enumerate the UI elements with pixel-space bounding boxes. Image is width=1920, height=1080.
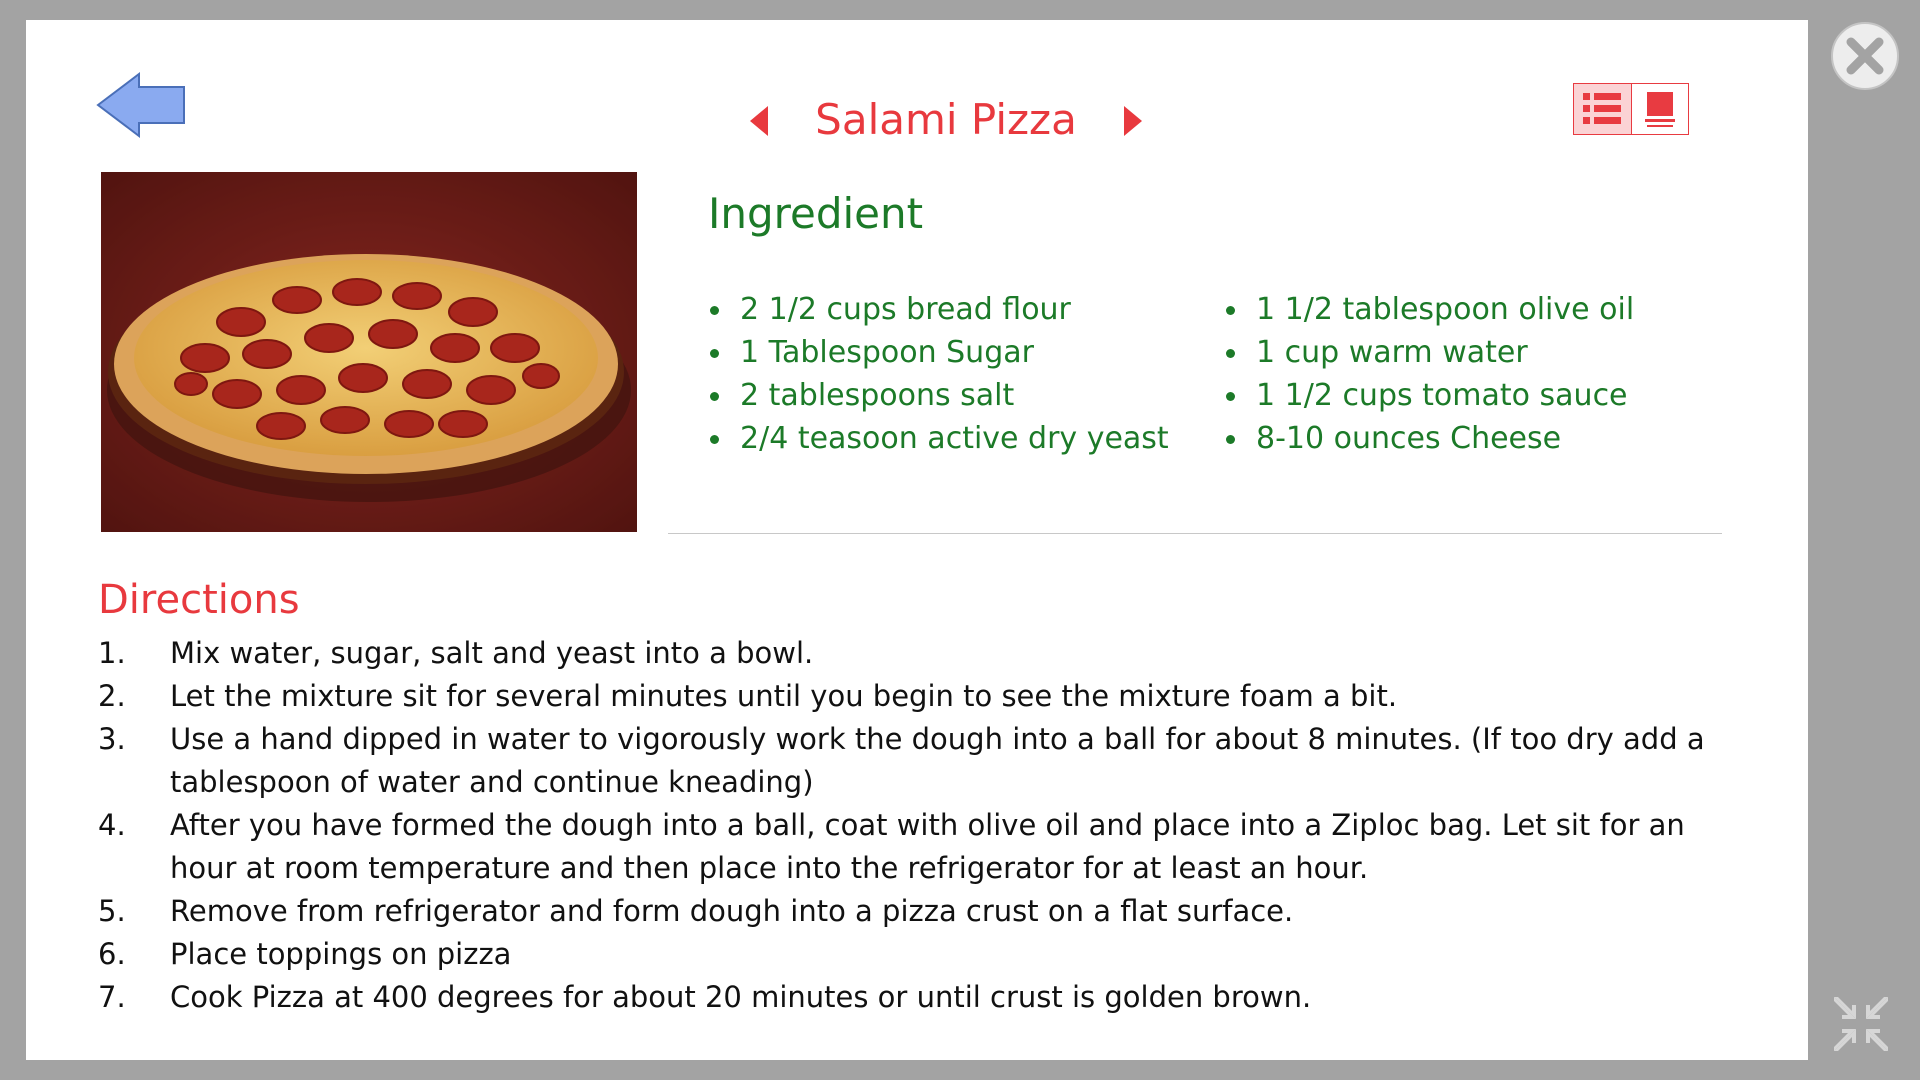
step-number: 6. (98, 937, 126, 971)
ingredient-item: 1 Tablespoon Sugar (706, 331, 1169, 374)
directions-heading: Directions (98, 577, 300, 623)
ingredient-item: 1 cup warm water (1222, 331, 1634, 374)
left-arrow-icon (96, 71, 185, 139)
direction-step: 3. Use a hand dipped in water to vigorou… (98, 718, 1738, 804)
step-number: 1. (98, 636, 126, 670)
back-button[interactable] (96, 71, 188, 139)
recipe-title-bar: Salami Pizza (726, 82, 1166, 162)
step-text: Mix water, sugar, salt and yeast into a … (170, 636, 814, 670)
step-number: 3. (98, 722, 126, 756)
ingredient-item: 2/4 teasoon active dry yeast (706, 417, 1169, 460)
step-number: 7. (98, 980, 126, 1014)
page-view-button[interactable] (1630, 84, 1689, 134)
ingredient-item: 2 tablespoons salt (706, 374, 1169, 417)
section-divider (668, 533, 1722, 534)
directions-list: 1. Mix water, sugar, salt and yeast into… (98, 632, 1738, 1019)
pizza-photo (101, 172, 637, 532)
ingredient-item: 8-10 ounces Cheese (1222, 417, 1634, 460)
step-text: After you have formed the dough into a b… (170, 808, 1685, 885)
close-button[interactable] (1829, 20, 1901, 92)
next-recipe-button[interactable] (1122, 104, 1144, 138)
exit-fullscreen-button[interactable] (1830, 993, 1892, 1055)
direction-step: 2. Let the mixture sit for several minut… (98, 675, 1738, 718)
ingredient-item: 1 1/2 tablespoon olive oil (1222, 288, 1634, 331)
step-text: Let the mixture sit for several minutes … (170, 679, 1398, 713)
direction-step: 5. Remove from refrigerator and form dou… (98, 890, 1738, 933)
step-number: 5. (98, 894, 126, 928)
recipe-slide: Salami Pizza Ingredient 2 1/2 cups bread… (26, 20, 1808, 1060)
step-text: Place toppings on pizza (170, 937, 512, 971)
step-number: 2. (98, 679, 126, 713)
direction-step: 6. Place toppings on pizza (98, 933, 1738, 976)
ingredient-item: 2 1/2 cups bread flour (706, 288, 1169, 331)
ingredients-heading: Ingredient (708, 189, 924, 238)
triangle-right-icon (1124, 106, 1142, 136)
ingredients-list-left: 2 1/2 cups bread flour 1 Tablespoon Suga… (706, 288, 1169, 460)
list-view-icon (1583, 93, 1622, 124)
ingredients-list-right: 1 1/2 tablespoon olive oil 1 cup warm wa… (1222, 288, 1634, 460)
step-text: Cook Pizza at 400 degrees for about 20 m… (170, 980, 1312, 1014)
page-view-icon (1644, 92, 1675, 127)
view-toggle (1573, 83, 1689, 135)
direction-step: 4. After you have formed the dough into … (98, 804, 1738, 890)
step-text: Use a hand dipped in water to vigorously… (170, 722, 1705, 799)
direction-step: 7. Cook Pizza at 400 degrees for about 2… (98, 976, 1738, 1019)
close-icon (1831, 22, 1899, 90)
step-text: Remove from refrigerator and form dough … (170, 894, 1294, 928)
step-number: 4. (98, 808, 126, 842)
direction-step: 1. Mix water, sugar, salt and yeast into… (98, 632, 1738, 675)
ingredient-item: 1 1/2 cups tomato sauce (1222, 374, 1634, 417)
recipe-title: Salami Pizza (815, 95, 1077, 144)
exit-fullscreen-icon (1834, 997, 1888, 1051)
list-view-button[interactable] (1574, 84, 1631, 134)
